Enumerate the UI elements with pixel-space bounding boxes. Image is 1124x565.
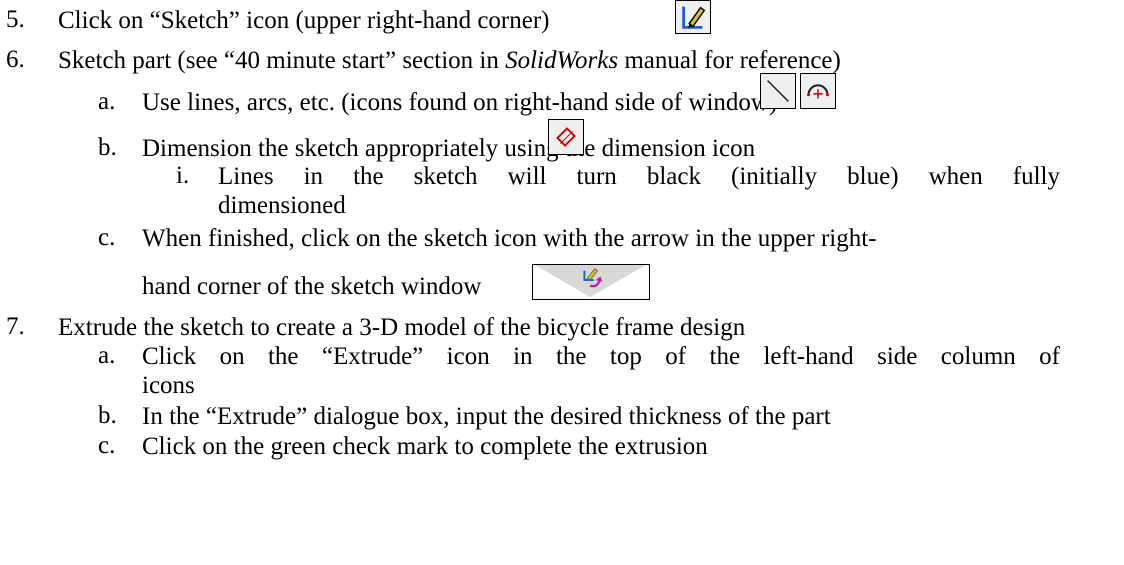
item-marker: i. (176, 162, 190, 189)
step-sketch-part: Sketch part (see “40 minute start” secti… (58, 46, 841, 76)
step-lines-turn-black: Lines in the sketch will turn black (ini… (218, 163, 1060, 190)
step-click-extrude: Click on the “Extrude” icon in the top o… (142, 343, 1060, 370)
item-marker: b. (98, 402, 117, 429)
step-emphasis: SolidWorks (505, 47, 619, 74)
step-text: manual for reference) (618, 47, 841, 74)
item-marker: c. (98, 432, 116, 459)
exit-sketch-icon (532, 264, 650, 300)
item-marker: 6. (6, 46, 25, 73)
step-use-lines-arcs: Use lines, arcs, etc. (icons found on ri… (142, 89, 778, 116)
item-marker: b. (98, 134, 117, 161)
step-when-finished-cont: hand corner of the sketch window (142, 273, 482, 300)
dimension-icon (548, 119, 584, 155)
item-marker: c. (98, 224, 116, 251)
arc-icon (800, 73, 836, 109)
step-extrude: Extrude the sketch to create a 3-D model… (58, 314, 746, 341)
item-marker: 5. (6, 6, 25, 33)
item-marker: a. (98, 342, 116, 369)
item-marker: 7. (6, 313, 25, 340)
step-text: Sketch part (see “40 minute start” secti… (58, 47, 506, 74)
step-extrude-dialogue: In the “Extrude” dialogue box, input the… (142, 403, 831, 430)
step-green-check: Click on the green check mark to complet… (142, 433, 708, 460)
line-icon (760, 73, 796, 109)
step-sketch-icon: Click on “Sketch” icon (upper right-hand… (58, 7, 550, 34)
step-lines-turn-black-cont: dimensioned (218, 192, 346, 219)
step-click-extrude-cont: icons (142, 372, 195, 399)
sketch-icon (675, 0, 711, 34)
step-when-finished: When finished, click on the sketch icon … (142, 225, 877, 252)
item-marker: a. (98, 88, 116, 115)
step-dimension: Dimension the sketch appropriately using… (142, 135, 756, 162)
